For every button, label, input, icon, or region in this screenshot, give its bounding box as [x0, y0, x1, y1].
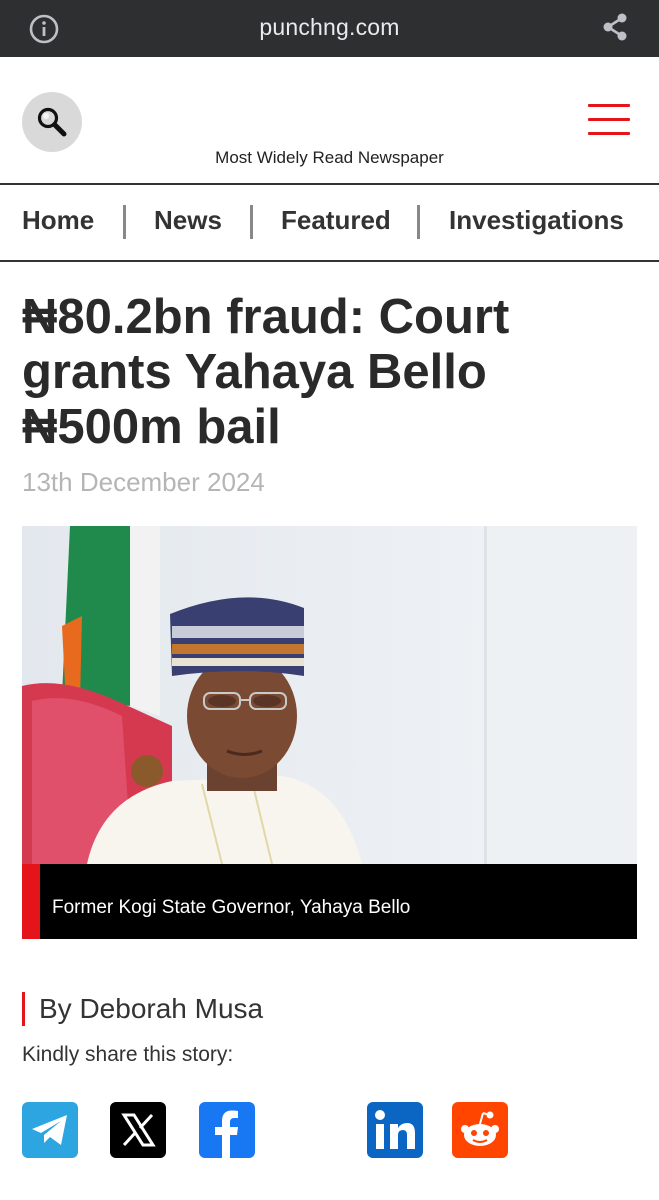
share-prompt: Kindly share this story:	[22, 1043, 234, 1066]
image-caption-bar: Former Kogi State Governor, Yahaya Bello	[22, 864, 637, 939]
article-byline[interactable]: By Deborah Musa	[39, 993, 263, 1025]
nav-item-investigations[interactable]: Investigations	[449, 205, 624, 236]
reddit-icon[interactable]	[452, 1102, 508, 1158]
byline-accent	[22, 992, 25, 1026]
telegram-icon[interactable]	[22, 1102, 78, 1158]
search-icon	[37, 107, 67, 137]
nav-separator	[123, 205, 126, 239]
nav-item-home[interactable]: Home	[22, 205, 94, 236]
url-text[interactable]: punchng.com	[0, 14, 659, 41]
nav-separator	[417, 205, 420, 239]
facebook-icon[interactable]	[199, 1102, 255, 1158]
site-header: Most Widely Read Newspaper	[0, 57, 659, 185]
nav-item-featured[interactable]: Featured	[281, 205, 391, 236]
image-caption: Former Kogi State Governor, Yahaya Bello	[52, 897, 411, 918]
article-title: ₦80.2bn fraud: Court grants Yahaya Bello…	[22, 290, 510, 454]
browser-url-bar: punchng.com	[0, 0, 659, 57]
caption-accent	[22, 864, 40, 939]
hamburger-menu-icon[interactable]	[588, 104, 630, 138]
article-date: 13th December 2024	[22, 467, 265, 497]
article-hero-image[interactable]	[22, 526, 637, 864]
main-nav: Home News Featured Investigations	[0, 185, 659, 262]
nav-separator	[250, 205, 253, 239]
nav-item-news[interactable]: News	[154, 205, 222, 236]
search-button[interactable]	[22, 92, 82, 152]
linkedin-icon[interactable]	[367, 1102, 423, 1158]
share-icon[interactable]	[600, 11, 630, 43]
site-tagline: Most Widely Read Newspaper	[215, 148, 444, 167]
x-icon[interactable]	[110, 1102, 166, 1158]
